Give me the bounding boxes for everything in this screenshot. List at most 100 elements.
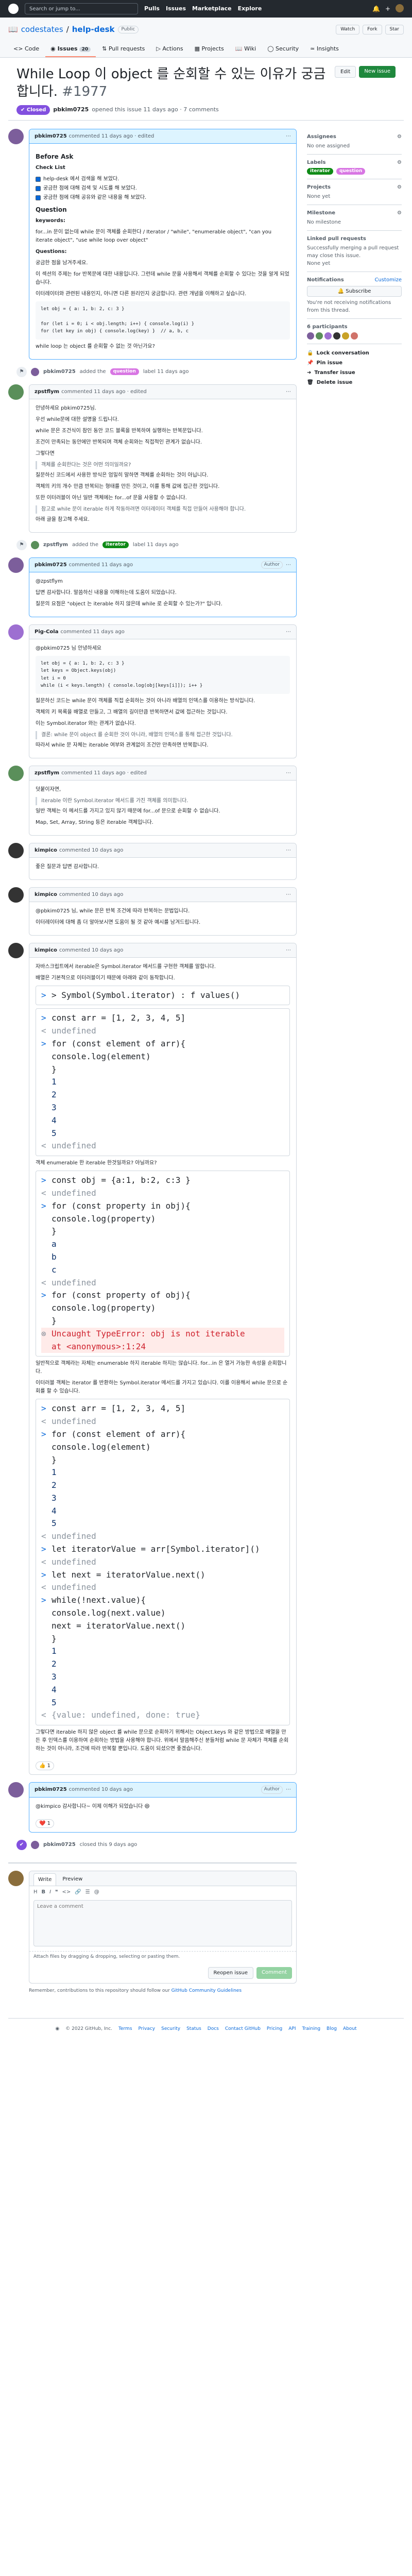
footer-link[interactable]: Blog	[327, 2026, 337, 2033]
edit-button[interactable]: Edit	[334, 66, 356, 78]
comment-textarea[interactable]	[33, 1900, 292, 1946]
footer-link[interactable]: About	[343, 2026, 357, 2033]
avatar[interactable]	[8, 765, 24, 781]
tab-wiki[interactable]: 📖 Wiki	[230, 42, 261, 58]
tab-actions[interactable]: ▷ Actions	[151, 42, 188, 58]
mention-icon[interactable]: @	[94, 1888, 99, 1896]
checkbox[interactable]	[36, 195, 41, 200]
tab-code[interactable]: <> Code	[8, 42, 44, 58]
footer-link[interactable]: Terms	[118, 2026, 132, 2033]
nav-explore[interactable]: Explore	[238, 5, 262, 13]
search-input[interactable]: Search or jump to...	[25, 3, 138, 14]
avatar[interactable]	[31, 1840, 39, 1849]
list-icon[interactable]: ☰	[85, 1888, 90, 1896]
italic-icon[interactable]: I	[49, 1888, 51, 1896]
tab-issues[interactable]: ◉ Issues 20	[45, 42, 96, 57]
label-iterator[interactable]: iterator	[307, 167, 333, 175]
comment-author[interactable]: Pig-Cola	[35, 628, 58, 636]
gear-icon[interactable]: ⚙	[397, 209, 402, 217]
avatar[interactable]	[351, 332, 358, 340]
label-iterator[interactable]: iterator	[102, 541, 129, 549]
subscribe-button[interactable]: 🔔 Subscribe	[307, 286, 402, 297]
avatar[interactable]	[8, 842, 24, 858]
kebab-icon[interactable]: ⋯	[286, 846, 291, 854]
issue-author-link[interactable]: pbkim0725	[53, 106, 89, 114]
tab-pull-requests[interactable]: ⇅ Pull requests	[97, 42, 150, 58]
quote-icon[interactable]: ❝	[55, 1888, 58, 1896]
avatar[interactable]	[8, 624, 24, 640]
lock-conversation-link[interactable]: 🔒 Lock conversation	[307, 348, 402, 358]
gear-icon[interactable]: ⚙	[397, 183, 402, 191]
event-actor[interactable]: zpstflym	[43, 541, 68, 549]
gear-icon[interactable]: ⚙	[397, 133, 402, 141]
guidelines-link[interactable]: GitHub Community Guidelines	[171, 1988, 242, 1993]
comment-author[interactable]: kimpico	[35, 946, 57, 954]
avatar[interactable]	[8, 384, 24, 400]
pin-issue-link[interactable]: 📌 Pin issue	[307, 358, 402, 368]
attach-files-hint[interactable]: Attach files by dragging & dropping, sel…	[29, 1951, 296, 1963]
nav-marketplace[interactable]: Marketplace	[192, 5, 232, 13]
reopen-issue-button[interactable]: Reopen issue	[208, 1967, 253, 1979]
heading-icon[interactable]: H	[33, 1888, 38, 1896]
avatar[interactable]	[342, 332, 349, 340]
label-question[interactable]: question	[110, 368, 139, 376]
kebab-icon[interactable]: ⋯	[286, 388, 291, 396]
footer-link[interactable]: Docs	[208, 2026, 219, 2033]
tab-preview[interactable]: Preview	[58, 1873, 87, 1886]
comment-author[interactable]: kimpico	[35, 891, 57, 899]
kebab-icon[interactable]: ⋯	[286, 628, 291, 636]
comment-author[interactable]: pbkim0725	[35, 561, 67, 569]
comment-author[interactable]: pbkim0725	[35, 1786, 67, 1793]
repo-name-link[interactable]: help-desk	[72, 24, 115, 36]
tab-write[interactable]: Write	[33, 1873, 57, 1886]
plus-icon[interactable]: +	[385, 4, 390, 13]
avatar[interactable]	[333, 332, 340, 340]
comment-author[interactable]: pbkim0725	[35, 132, 67, 140]
gear-icon[interactable]: ⚙	[397, 159, 402, 166]
tab-projects[interactable]: ▦ Projects	[190, 42, 229, 58]
checkbox[interactable]	[36, 185, 41, 191]
reaction-thumbsup[interactable]: 👍 1	[36, 1761, 55, 1771]
avatar[interactable]	[8, 887, 24, 903]
footer-link[interactable]: Security	[161, 2026, 180, 2033]
avatar[interactable]	[307, 332, 314, 340]
watch-button[interactable]: Watch	[336, 24, 360, 35]
bell-icon[interactable]: 🔔	[372, 4, 380, 13]
kebab-icon[interactable]: ⋯	[286, 561, 291, 569]
footer-link[interactable]: Training	[302, 2026, 321, 2033]
kebab-icon[interactable]: ⋯	[286, 769, 291, 777]
kebab-icon[interactable]: ⋯	[286, 1786, 291, 1793]
bold-icon[interactable]: B	[42, 1888, 46, 1896]
event-actor[interactable]: pbkim0725	[43, 1841, 76, 1849]
new-issue-button[interactable]: New issue	[359, 66, 396, 78]
fork-button[interactable]: Fork	[363, 24, 382, 35]
avatar[interactable]	[324, 332, 332, 340]
avatar[interactable]	[316, 332, 323, 340]
footer-link[interactable]: Pricing	[267, 2026, 282, 2033]
event-actor[interactable]: pbkim0725	[43, 368, 76, 376]
tab-security[interactable]: ◯ Security	[262, 42, 304, 58]
comment-author[interactable]: zpstflym	[35, 388, 59, 396]
user-avatar[interactable]	[396, 4, 404, 12]
avatar[interactable]	[8, 1782, 24, 1798]
customize-link[interactable]: Customize	[375, 276, 402, 284]
link-icon[interactable]: 🔗	[75, 1888, 81, 1896]
avatar[interactable]	[8, 128, 24, 144]
repo-owner-link[interactable]: codestates	[21, 24, 63, 36]
github-logo-icon[interactable]	[8, 4, 19, 14]
avatar[interactable]	[31, 540, 39, 549]
label-question[interactable]: question	[336, 167, 366, 175]
kebab-icon[interactable]: ⋯	[286, 891, 291, 899]
footer-link[interactable]: Status	[186, 2026, 201, 2033]
avatar[interactable]	[8, 942, 24, 958]
comment-button[interactable]: Comment	[256, 1967, 292, 1979]
nav-pulls[interactable]: Pulls	[144, 5, 160, 13]
kebab-icon[interactable]: ⋯	[286, 132, 291, 140]
comment-author[interactable]: zpstflym	[35, 769, 59, 777]
footer-link[interactable]: Contact GitHub	[225, 2026, 261, 2033]
star-button[interactable]: Star	[385, 24, 404, 35]
avatar[interactable]	[8, 557, 24, 573]
comment-author[interactable]: kimpico	[35, 846, 57, 854]
nav-issues[interactable]: Issues	[166, 5, 186, 13]
kebab-icon[interactable]: ⋯	[286, 946, 291, 954]
